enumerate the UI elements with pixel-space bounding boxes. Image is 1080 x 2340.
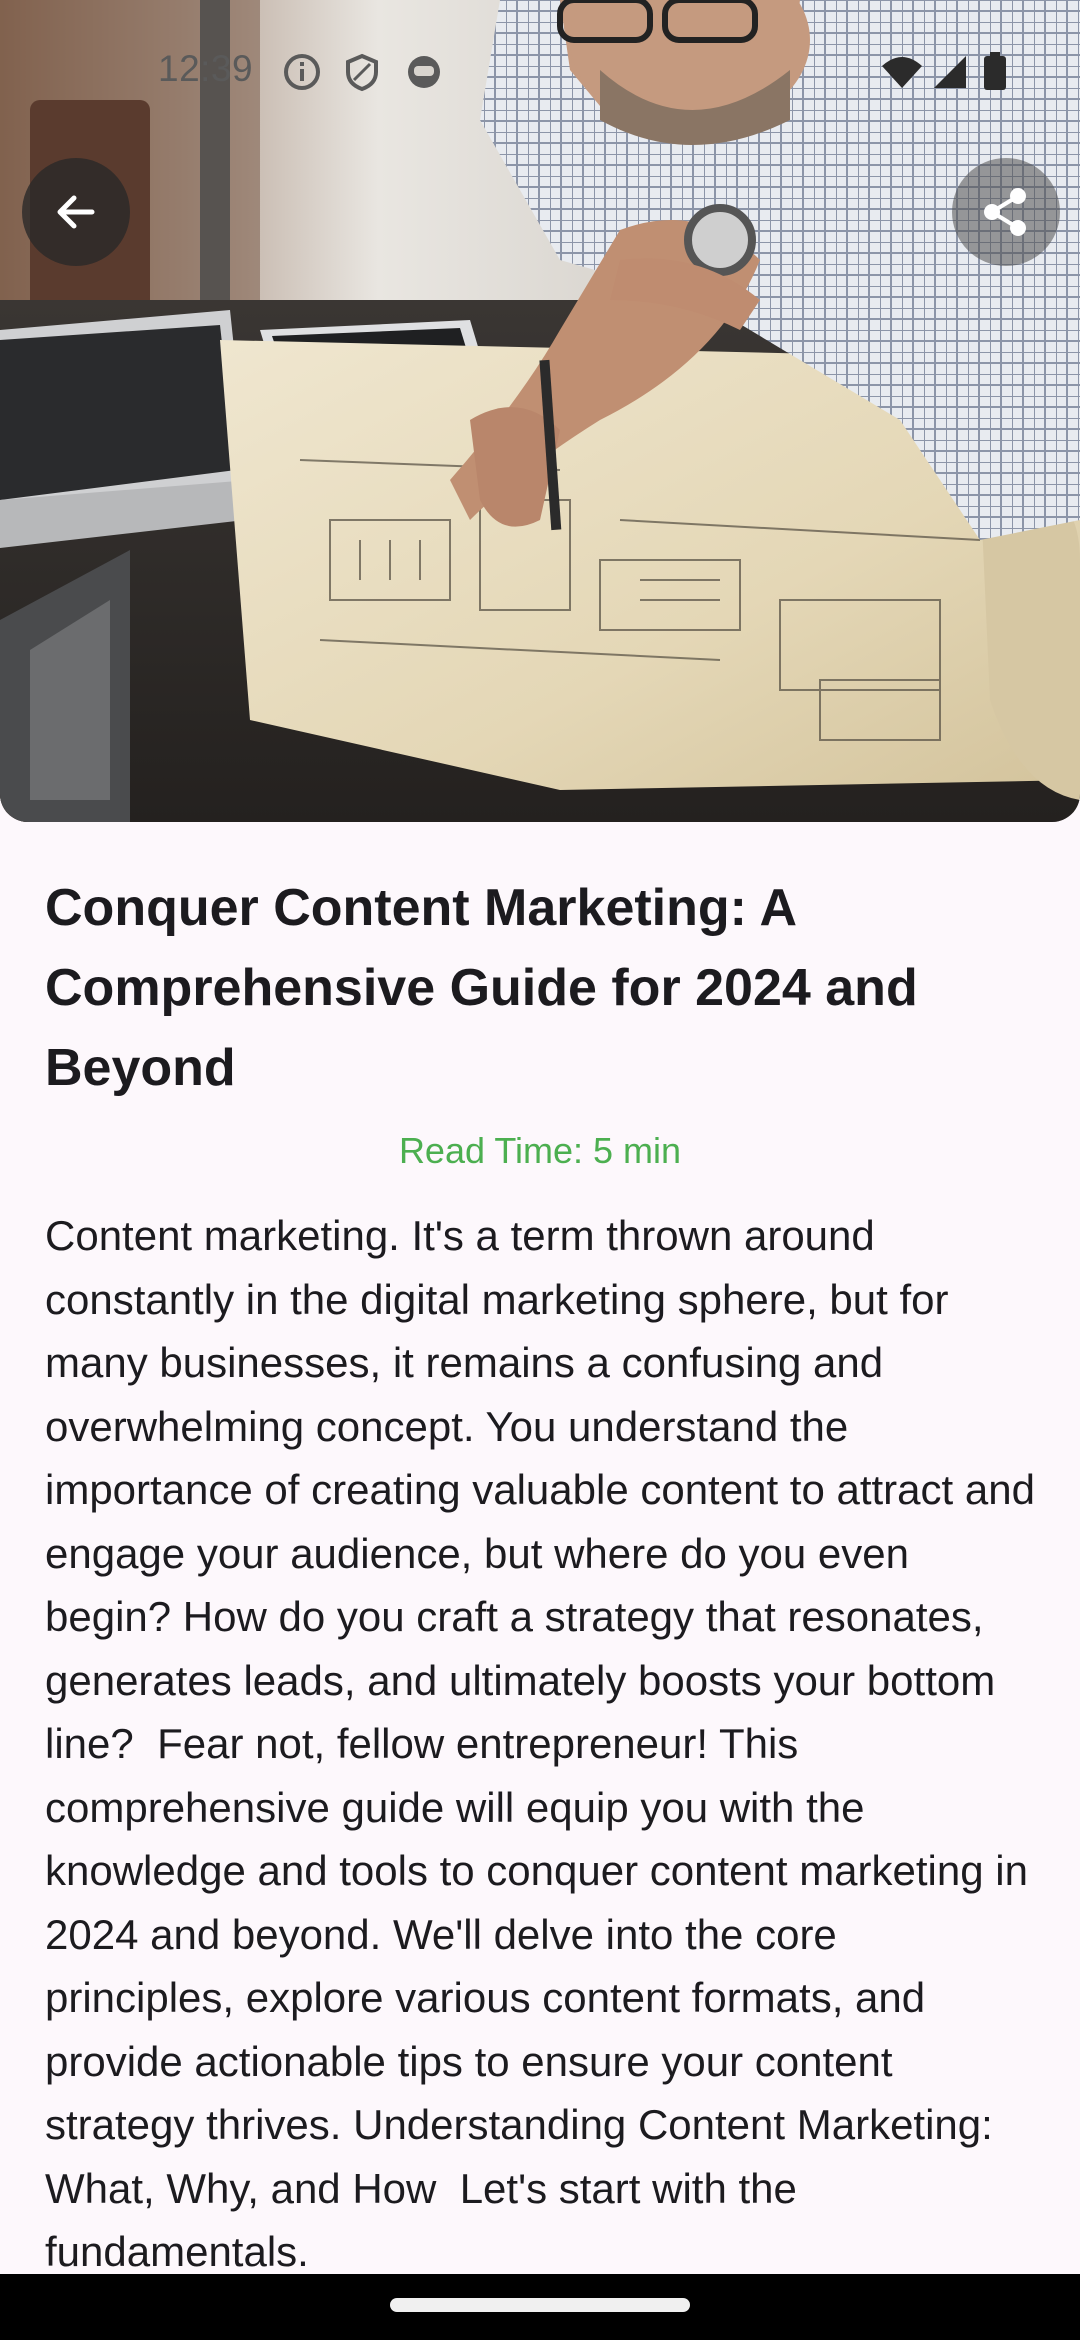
share-icon bbox=[984, 188, 1026, 236]
hero-image: 12:39 bbox=[0, 0, 1080, 822]
article-title: Conquer Content Marketing: A Comprehensi… bbox=[45, 879, 918, 1097]
home-gesture-handle[interactable] bbox=[390, 2298, 690, 2312]
article-body: Content marketing. It's a term thrown ar… bbox=[45, 1212, 1047, 2275]
arrow-back-icon bbox=[57, 195, 95, 229]
battery-icon bbox=[984, 52, 1006, 90]
signal-icon bbox=[934, 56, 966, 88]
back-button[interactable] bbox=[22, 158, 130, 266]
share-button[interactable] bbox=[952, 158, 1060, 266]
info-icon bbox=[284, 54, 320, 90]
status-time: 12:39 bbox=[158, 48, 254, 89]
shield-icon bbox=[346, 53, 378, 92]
wifi-icon bbox=[882, 57, 922, 88]
article: Conquer Content Marketing: A Comprehensi… bbox=[45, 868, 1035, 2275]
face-icon bbox=[408, 56, 440, 88]
navigation-bar bbox=[0, 2274, 1080, 2340]
status-bar: 12:39 bbox=[0, 0, 1080, 140]
read-time: Read Time: 5 min bbox=[398, 1130, 682, 1171]
